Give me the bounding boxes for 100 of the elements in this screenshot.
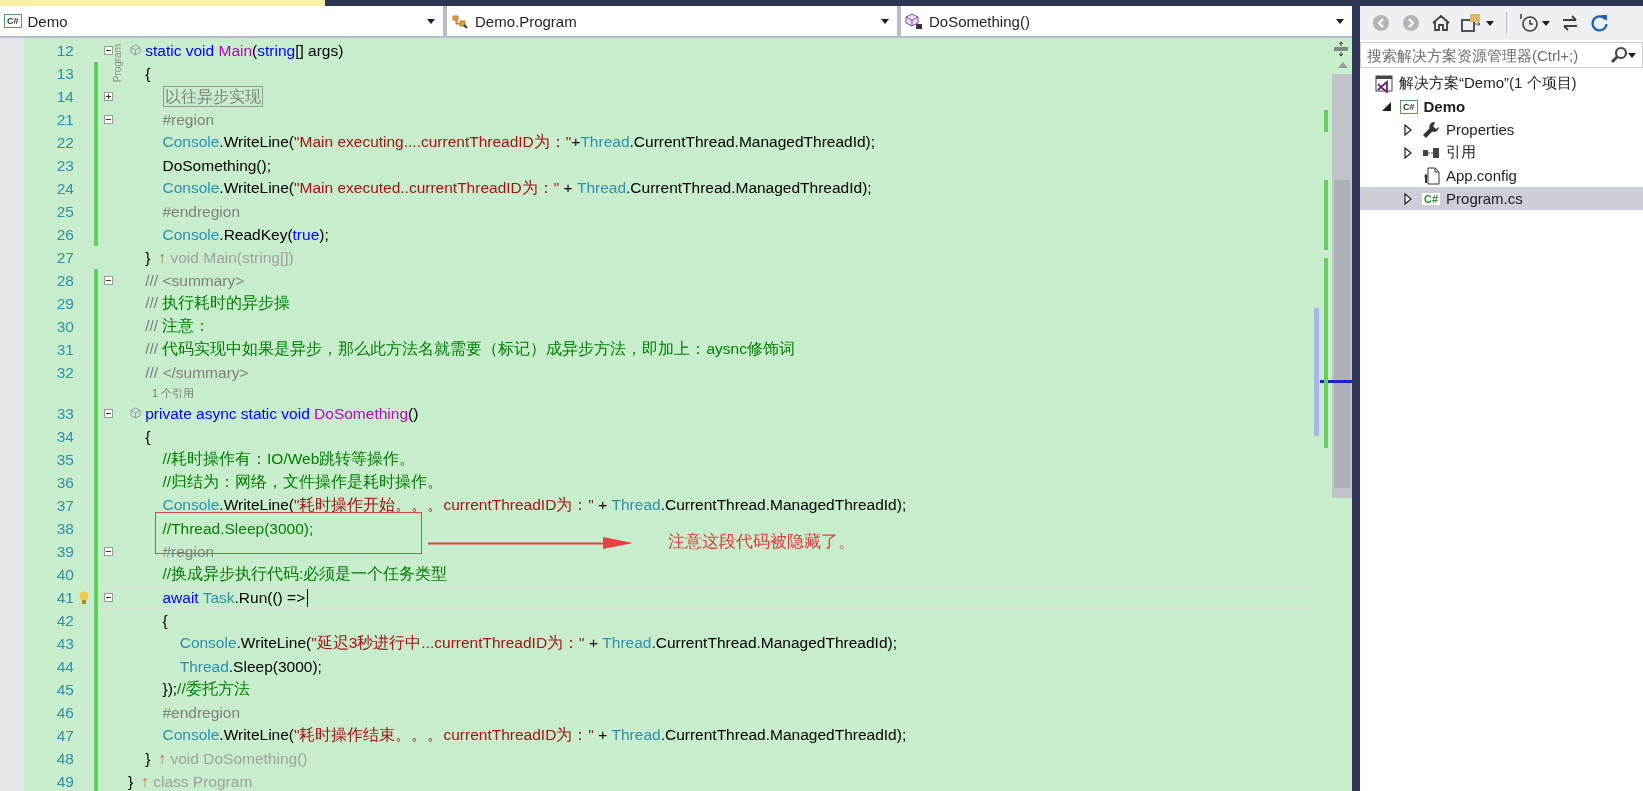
code-line: /// 代码实现中如果是异步，那么此方法名就需要（标记）成异步方法，即加上：aysnc修饰词 <box>145 339 795 359</box>
expanded-arrow-icon[interactable] <box>1381 102 1391 111</box>
line-number: 13 <box>55 64 74 83</box>
line-number: 27 <box>55 248 74 267</box>
collapse-icon[interactable] <box>103 276 113 285</box>
tree-item[interactable]: 引用 <box>1360 141 1643 164</box>
line-number: 34 <box>55 427 74 446</box>
line-number: 22 <box>55 133 74 152</box>
line-number: 21 <box>55 110 74 129</box>
end-hint: ↑ class Program <box>141 772 253 791</box>
collapse-icon[interactable] <box>103 409 113 418</box>
split-icon[interactable] <box>1333 41 1349 57</box>
collapsed-arrow-icon[interactable] <box>1404 123 1412 136</box>
tree-item[interactable]: C# Demo <box>1360 95 1643 118</box>
collapse-icon[interactable] <box>103 593 113 602</box>
reference-count-link[interactable]: 1 个引用 <box>152 385 195 401</box>
line-number: 49 <box>55 772 74 791</box>
csharp-file-icon: C# <box>1422 192 1441 205</box>
code-line: /// <summary> <box>145 271 245 290</box>
tree-item[interactable]: C# Program.cs <box>1360 187 1643 210</box>
line-number: 24 <box>55 179 74 198</box>
code-line: //耗时操作有：IO/Web跳转等操作。 <box>162 449 416 469</box>
line-number: 30 <box>55 317 74 336</box>
code-line: Console.WriteLine("Main executing....currentThreadID为："+Thread.CurrentThread.ManagedThreadId); <box>162 132 876 152</box>
search-field[interactable]: 搜索解决方案资源管理器(Ctrl+;) <box>1360 42 1643 68</box>
code-line: Console.WriteLine("耗时操作开始。。。currentThreadID为：" + Thread.CurrentThread.ManagedThreadId); <box>162 495 907 515</box>
line-number: 38 <box>55 519 74 538</box>
config-file-icon <box>1422 166 1440 185</box>
code-line: Console.WriteLine("耗时操作结束。。。currentThreadID为：" + Thread.CurrentThread.ManagedThreadId); <box>162 725 907 745</box>
code-line: Console.WriteLine("延迟3秒进行中...currentThreadID为：" + Thread.CurrentThread.ManagedThreadId); <box>179 633 897 653</box>
line-number: 45 <box>55 680 74 699</box>
collapse-icon[interactable] <box>103 115 113 124</box>
collapsed-arrow-icon[interactable] <box>1404 146 1412 159</box>
code-line: DoSomething(); <box>162 156 271 175</box>
dropdown-caret-icon[interactable] <box>1486 20 1494 26</box>
code-line: Thread.Sleep(3000); <box>179 657 322 676</box>
code-line: //换成异步执行代码:必须是一个任务类型 <box>162 564 448 584</box>
collapse-icon[interactable] <box>103 46 113 55</box>
line-number: 40 <box>55 565 74 584</box>
collapse-icon[interactable] <box>103 547 113 556</box>
code-line: Console.ReadKey(true); <box>162 225 329 244</box>
line-number: 29 <box>55 294 74 313</box>
code-line: /// </summary> <box>145 363 249 382</box>
code-line: { <box>162 611 168 630</box>
code-line: //Thread.Sleep(3000); <box>162 519 314 538</box>
line-number: 14 <box>55 87 74 106</box>
tree-item[interactable]: 解决方案“Demo”(1 个项目) <box>1360 72 1643 95</box>
dropdown-caret-icon[interactable] <box>1542 20 1550 26</box>
code-line: #region <box>162 110 215 129</box>
code-line: //归结为：网络，文件操作是耗时操作。 <box>162 472 444 492</box>
member-dropdown[interactable]: DoSomething() <box>901 6 1352 36</box>
line-number: 25 <box>55 202 74 221</box>
line-number: 43 <box>55 634 74 653</box>
method-cube-icon <box>905 12 923 30</box>
line-number: 35 <box>55 450 74 469</box>
class-icon <box>451 13 469 29</box>
end-hint: ↑ void DoSomething() <box>158 749 308 768</box>
dropdown-caret-icon[interactable] <box>1336 18 1344 24</box>
dropdown-caret-icon[interactable] <box>881 18 889 24</box>
end-hint: ↑ void Main(string[]) <box>158 248 294 267</box>
code-line: #endregion <box>162 202 241 221</box>
clock-icon[interactable] <box>1519 13 1539 33</box>
dropdown-caret-icon[interactable] <box>1628 52 1636 58</box>
home-icon[interactable] <box>1431 13 1451 33</box>
code-line: #endregion <box>162 703 241 722</box>
line-number: 23 <box>55 156 74 175</box>
code-line: } <box>145 749 151 768</box>
code-line: Console.WriteLine("Main executed..currentThreadID为：" + Thread.CurrentThread.ManagedThreadId); <box>162 178 872 198</box>
sync-icon[interactable] <box>1461 13 1483 33</box>
collapsed-arrow-icon[interactable] <box>1404 192 1412 205</box>
dropdown-caret-icon[interactable] <box>427 18 435 24</box>
code-line: });//委托方法 <box>162 679 250 699</box>
line-number: 48 <box>55 749 74 768</box>
text-cursor <box>307 588 309 607</box>
solution-icon <box>1375 74 1393 93</box>
code-line: private async static void DoSomething() <box>145 404 419 423</box>
annotation-note: 注意这段代码被隐藏了。 <box>668 531 855 553</box>
code-line: await Task.Run(() => <box>162 588 306 607</box>
switch-views-icon[interactable] <box>1560 13 1580 33</box>
code-line: /// 注意： <box>145 316 211 336</box>
code-line: { <box>145 64 151 83</box>
search-icon[interactable] <box>1610 46 1628 64</box>
line-number: 44 <box>55 657 74 676</box>
tree-item[interactable]: Properties <box>1360 118 1643 141</box>
code-line: } <box>145 248 151 267</box>
refresh-icon[interactable] <box>1590 13 1610 33</box>
expand-icon[interactable] <box>103 92 113 101</box>
code-line: { <box>145 427 151 446</box>
wrench-icon <box>1422 120 1440 139</box>
line-number: 28 <box>55 271 74 290</box>
line-number: 46 <box>55 703 74 722</box>
line-number: 12 <box>55 41 74 60</box>
line-number: 36 <box>55 473 74 492</box>
csharp-file-icon: C# <box>1400 99 1418 114</box>
line-number: 41 <box>55 588 74 607</box>
line-number: 42 <box>55 611 74 630</box>
code-line: static void Main(string[] args) <box>145 41 344 60</box>
line-number: 47 <box>55 726 74 745</box>
tree-item[interactable]: App.config <box>1360 164 1643 187</box>
line-number: 39 <box>55 542 74 561</box>
